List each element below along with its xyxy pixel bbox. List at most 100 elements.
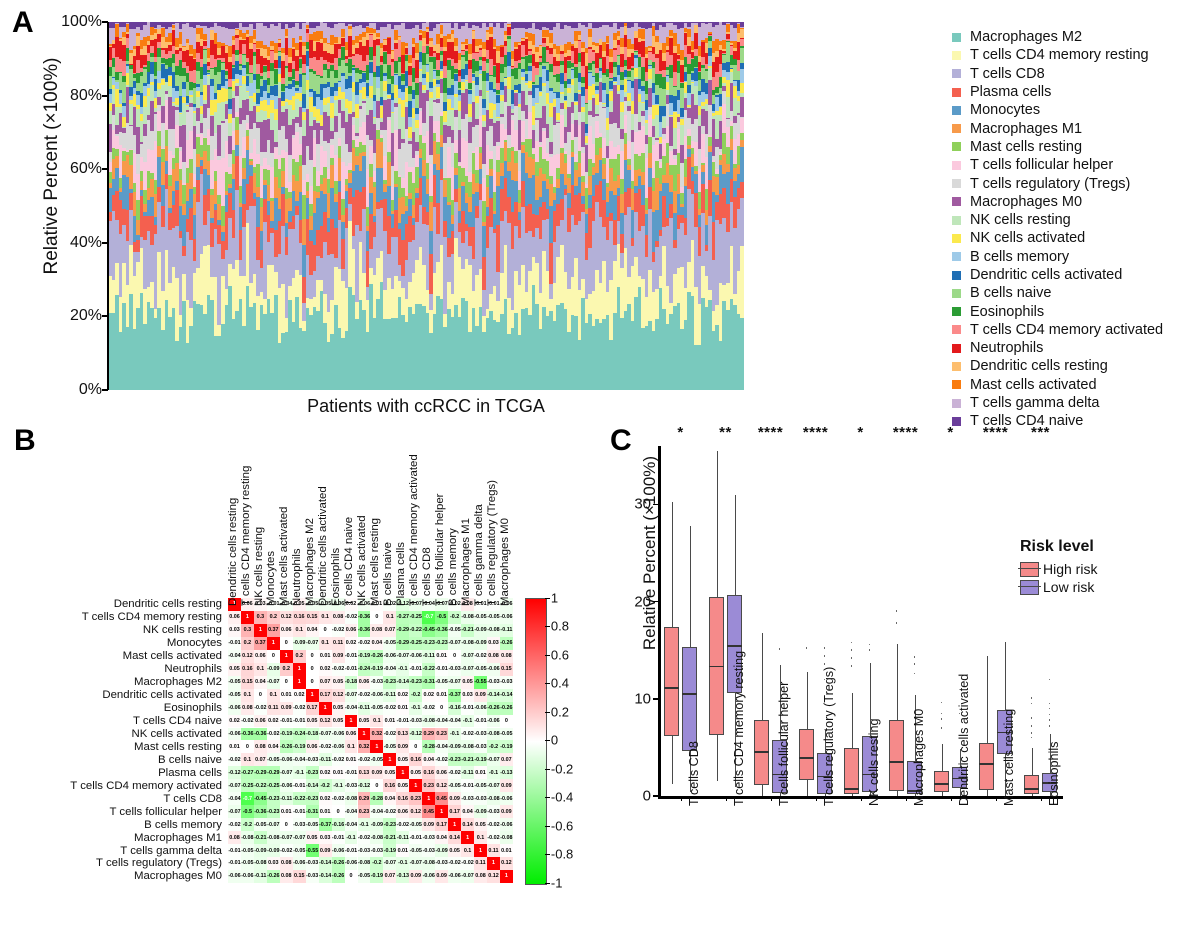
panel-a-legend-item[interactable]: Monocytes bbox=[952, 101, 1163, 119]
panel-a-legend-label: Neutrophils bbox=[970, 340, 1044, 357]
heatmap-cell: 0.08 bbox=[279, 869, 293, 883]
heatmap-cell: 0.05 bbox=[396, 779, 410, 793]
stacked-bar-segment bbox=[740, 140, 744, 148]
heatmap-cell: 0.01 bbox=[396, 701, 410, 715]
panel-a-legend-item[interactable]: T cells CD4 memory resting bbox=[952, 46, 1163, 64]
panel-a-legend-item[interactable]: Plasma cells bbox=[952, 83, 1163, 101]
panel-a-legend-item[interactable]: T cells CD8 bbox=[952, 65, 1163, 83]
heatmap-cell: 1 bbox=[318, 701, 332, 715]
heatmap-cell: 0.01 bbox=[499, 844, 513, 857]
heatmap-cell: 0 bbox=[279, 636, 293, 650]
panel-a-y-axis-label: Relative Percent (×100%) bbox=[41, 57, 62, 275]
significance-marker: **** bbox=[982, 424, 1009, 441]
heatmap-cell: -0.06 bbox=[228, 701, 241, 715]
panel-a-legend-item[interactable]: Macrophages M2 bbox=[952, 28, 1163, 46]
heatmap-cell: 0.07 bbox=[499, 753, 513, 767]
heatmap-cell: -0.08 bbox=[357, 857, 371, 870]
boxplot-outlier-point bbox=[940, 712, 943, 715]
heatmap-column-label: T cells CD4 memory activated bbox=[407, 454, 420, 606]
heatmap-cell: -0.5 bbox=[240, 805, 254, 819]
panel-a-legend: Macrophages M2 T cells CD4 memory resting… bbox=[952, 28, 1163, 431]
panel-a-legend-item[interactable]: Macrophages M1 bbox=[952, 119, 1163, 137]
heatmap-cell: -0.05 bbox=[240, 857, 254, 870]
panel-a-y-tick-label: 100% bbox=[61, 13, 102, 30]
colorbar-tick-label: -0.6 bbox=[550, 818, 574, 834]
panel-a-legend-item[interactable]: Eosinophils bbox=[952, 302, 1163, 320]
heatmap-cell: -0.07 bbox=[461, 649, 475, 663]
panel-a-legend-item[interactable]: T cells follicular helper bbox=[952, 156, 1163, 174]
panel-a-legend-item[interactable]: B cells naive bbox=[952, 284, 1163, 302]
heatmap-cell: -0.03 bbox=[370, 844, 384, 857]
panel-a-legend-item[interactable]: NK cells resting bbox=[952, 211, 1163, 229]
heatmap-column-label: Macrophages M0 bbox=[498, 517, 511, 606]
heatmap-cell: -0.01 bbox=[292, 779, 306, 793]
boxplot-box bbox=[682, 647, 697, 752]
heatmap-cell: -0.03 bbox=[487, 675, 500, 689]
heatmap-cell: -0.07 bbox=[487, 753, 500, 767]
heatmap-cell: 0.16 bbox=[240, 662, 254, 676]
significance-marker: **** bbox=[757, 424, 784, 441]
heatmap-cell: 0.37 bbox=[253, 636, 267, 650]
heatmap-cell: 0.1 bbox=[461, 844, 475, 857]
panel-a-legend-item[interactable]: T cells regulatory (Tregs) bbox=[952, 174, 1163, 192]
heatmap-cell: 0.2 bbox=[279, 662, 293, 676]
panel-a-legend-item[interactable]: Macrophages M0 bbox=[952, 193, 1163, 211]
heatmap-cell: 0.45 bbox=[435, 792, 449, 806]
panel-a-legend-item[interactable]: B cells memory bbox=[952, 248, 1163, 266]
panel-a-legend-label: B cells naive bbox=[970, 285, 1052, 302]
heatmap-cell: -0.19 bbox=[370, 869, 384, 883]
panel-c-legend-item[interactable]: High risk bbox=[1018, 561, 1097, 577]
heatmap-cell: -0.02 bbox=[422, 701, 436, 715]
boxplot-lower-whisker bbox=[851, 794, 853, 796]
boxplot-box bbox=[889, 720, 904, 792]
heatmap-row-label: Neutrophils bbox=[164, 663, 222, 676]
heatmap-cell: 1 bbox=[292, 675, 306, 689]
panel-a-legend-label: T cells regulatory (Tregs) bbox=[970, 175, 1131, 192]
heatmap-cell: 0.09 bbox=[409, 869, 423, 883]
heatmap-cell: -0.36 bbox=[253, 805, 267, 819]
heatmap-cell: 0.06 bbox=[344, 727, 358, 741]
heatmap-cell: -0.1 bbox=[461, 714, 475, 728]
heatmap-column-label: T cells regulatory (Tregs) bbox=[485, 480, 498, 606]
heatmap-cell: 0.08 bbox=[474, 869, 487, 883]
boxplot-outlier-point bbox=[850, 657, 853, 659]
panel-c-legend-item[interactable]: Low risk bbox=[1018, 579, 1097, 595]
heatmap-cell: -0.2 bbox=[240, 818, 254, 832]
heatmap-cell: 0.29 bbox=[357, 792, 371, 806]
heatmap-cell: -0.05 bbox=[292, 844, 306, 857]
heatmap-cell: -0.23 bbox=[435, 636, 449, 650]
heatmap-cell: 1 bbox=[474, 844, 487, 857]
panel-c-x-tick-label: Mast cells resting bbox=[1001, 708, 1016, 806]
boxplot-outlier-point bbox=[778, 648, 781, 650]
heatmap-cell: 0.05 bbox=[331, 675, 345, 689]
heatmap-cell: 0 bbox=[448, 649, 462, 663]
panel-a-legend-label: NK cells activated bbox=[970, 230, 1086, 247]
heatmap-cell: 0.2 bbox=[240, 636, 254, 650]
panel-a-legend-item[interactable]: Dendritic cells activated bbox=[952, 266, 1163, 284]
panel-a-y-axis-line bbox=[107, 22, 109, 390]
heatmap-cell: 0.11 bbox=[474, 857, 487, 870]
heatmap-cell: 0.14 bbox=[461, 818, 475, 832]
panel-a-legend-item[interactable]: Dendritic cells resting bbox=[952, 357, 1163, 375]
panel-a-legend-item[interactable]: Neutrophils bbox=[952, 339, 1163, 357]
panel-a-y-tick-label: 20% bbox=[69, 307, 102, 325]
panel-a-legend-item[interactable]: T cells CD4 memory activated bbox=[952, 321, 1163, 339]
heatmap-cell: 1 bbox=[344, 714, 358, 728]
colorbar-tick-label: -1 bbox=[550, 875, 563, 891]
heatmap-cell: 0.08 bbox=[240, 701, 254, 715]
panel-a-legend-item[interactable]: T cells gamma delta bbox=[952, 394, 1163, 412]
panel-a-legend-item[interactable]: Mast cells activated bbox=[952, 376, 1163, 394]
heatmap-cell: -0.1 bbox=[292, 766, 306, 780]
panel-a-legend-item[interactable]: NK cells activated bbox=[952, 229, 1163, 247]
legend-color-swatch-icon bbox=[952, 270, 961, 280]
heatmap-cell: 0.1 bbox=[344, 740, 358, 754]
boxplot-outlier-point bbox=[1030, 717, 1033, 720]
heatmap-cell: 0.06 bbox=[279, 623, 293, 637]
panel-a-legend-item[interactable]: Mast cells resting bbox=[952, 138, 1163, 156]
boxplot-box bbox=[934, 770, 949, 793]
heatmap-cell: -0.27 bbox=[396, 610, 410, 624]
heatmap-cell: -0.7 bbox=[422, 610, 436, 624]
boxplot-box bbox=[1024, 774, 1039, 795]
heatmap-cell: -0.26 bbox=[487, 701, 500, 715]
panel-c-x-tick-label: T cells regulatory (Tregs) bbox=[821, 666, 836, 806]
